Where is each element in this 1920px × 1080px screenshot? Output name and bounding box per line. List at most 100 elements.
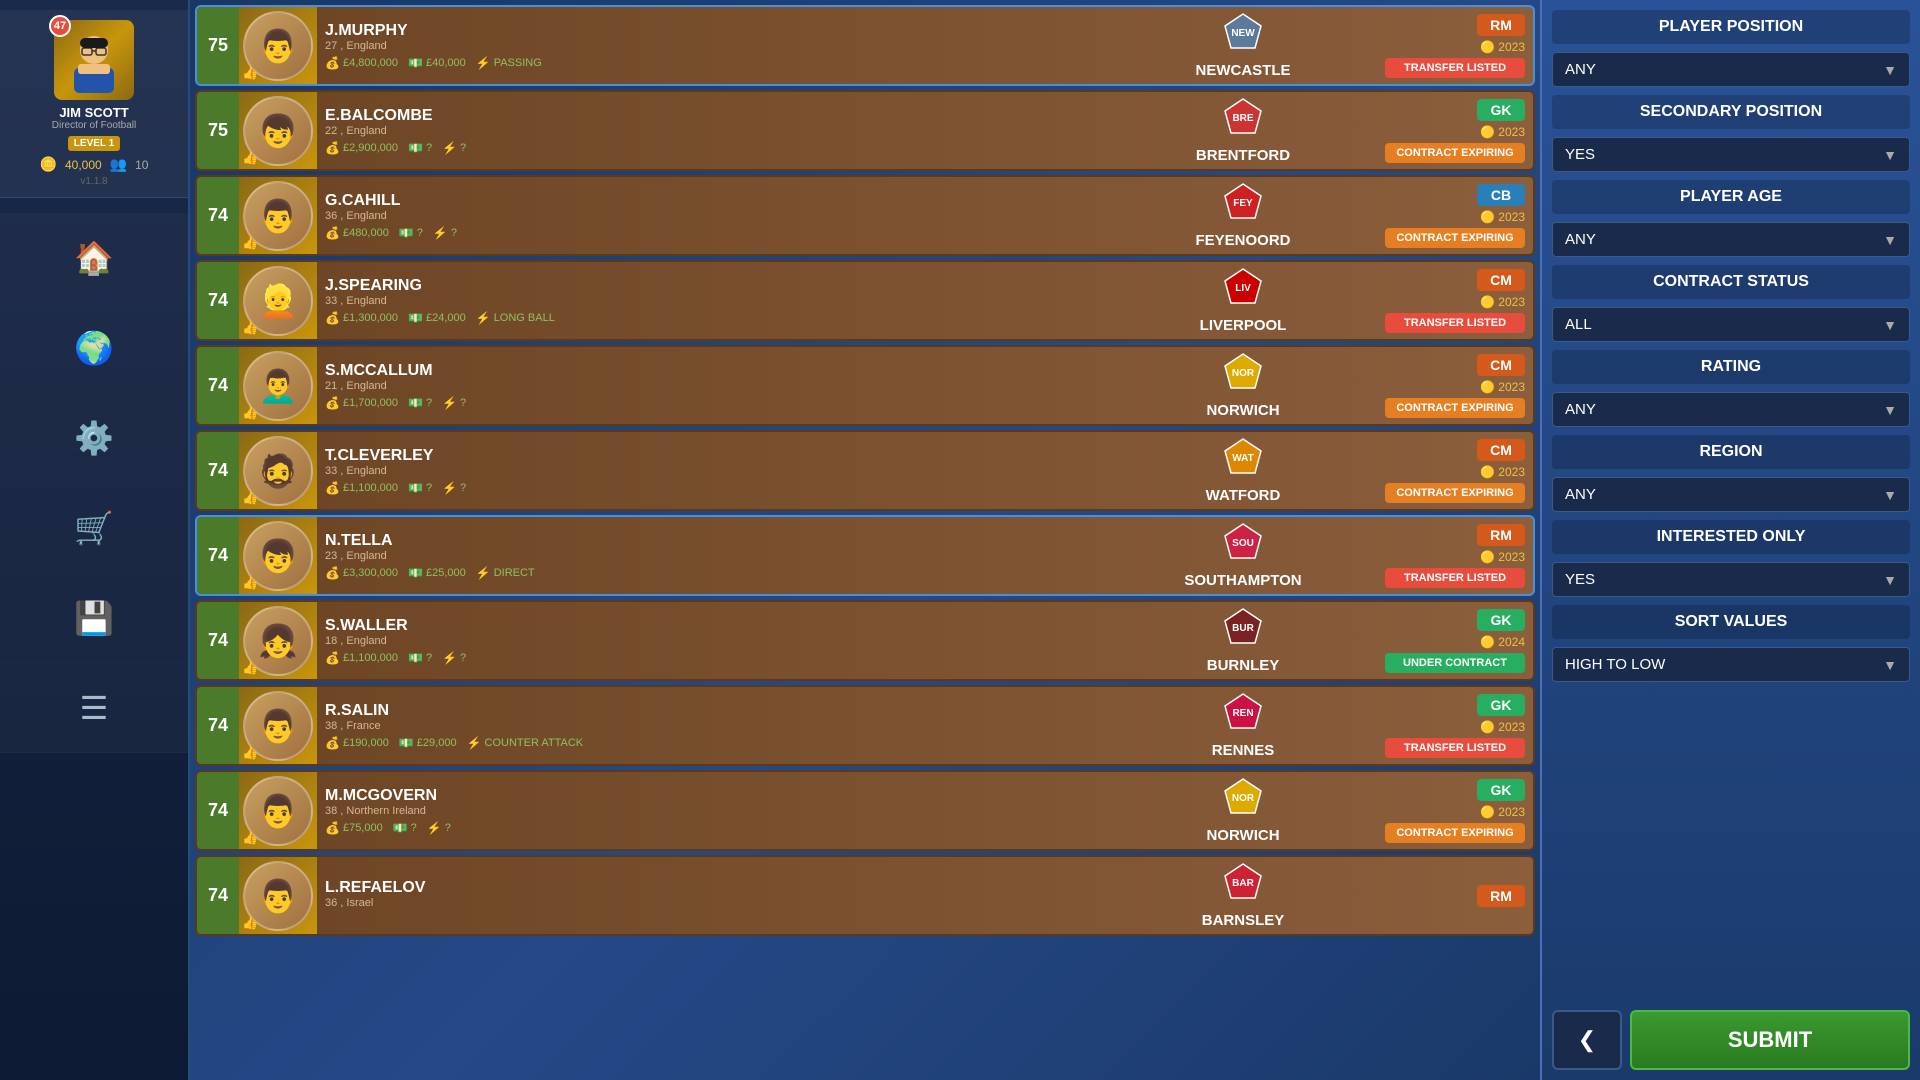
player-position-dropdown[interactable]: ANY ▼	[1552, 52, 1910, 87]
player-card[interactable]: 75 👨 👍 J.MURPHY 27 , England 💰£4,800,000…	[195, 5, 1535, 86]
player-card[interactable]: 74 👦 👍 N.TELLA 23 , England 💰£3,300,000 …	[195, 515, 1535, 596]
money-icon: 💰	[325, 651, 340, 665]
nav-world[interactable]: 🌍	[0, 303, 188, 393]
right-section: GK 🟡2023 TRANSFER LISTED	[1333, 687, 1533, 764]
manager-name: JIM SCOTT	[59, 105, 128, 120]
money-icon: 💰	[325, 821, 340, 835]
player-card[interactable]: 74 👨‍🦱 👍 S.MCCALLUM 21 , England 💰£1,700…	[195, 345, 1535, 426]
manager-title: Director of Football	[52, 120, 136, 131]
chevron-down-icon-5: ▼	[1883, 402, 1897, 418]
player-card[interactable]: 74 👨 👍 G.CAHILL 36 , England 💰£480,000 💵…	[195, 175, 1535, 256]
player-info: J.SPEARING 33 , England 💰£1,300,000 💵£24…	[317, 262, 1153, 339]
wage-icon: 💵	[399, 736, 414, 750]
skill-icon: ⚡	[442, 481, 457, 495]
money-icon: 💰	[325, 736, 340, 750]
svg-text:LIV: LIV	[1235, 283, 1251, 294]
rating-badge: 74	[197, 772, 239, 849]
player-name: T.CLEVERLEY	[325, 447, 1145, 465]
skill-icon: ⚡	[442, 141, 457, 155]
like-icon: 👍	[242, 915, 258, 931]
club-name: BRENTFORD	[1196, 147, 1290, 164]
player-avatar-area: 👨‍🦱 👍	[239, 347, 317, 424]
club-section: LIV LIVERPOOL	[1153, 262, 1333, 339]
nav-settings[interactable]: ⚙️	[0, 393, 188, 483]
calendar-icon: 🟡	[1480, 720, 1495, 734]
player-value: 💰£4,800,000	[325, 56, 398, 70]
player-card[interactable]: 75 👦 👍 E.BALCOMBE 22 , England 💰£2,900,0…	[195, 90, 1535, 171]
svg-text:REN: REN	[1232, 708, 1253, 719]
club-name: NEWCASTLE	[1196, 62, 1291, 79]
sort-values-title: SORT VALUES	[1552, 605, 1910, 639]
bottom-buttons: ❮ SUBMIT	[1552, 1010, 1910, 1070]
club-logo: BAR	[1223, 862, 1263, 909]
club-section: FEY FEYENOORD	[1153, 177, 1333, 254]
sort-values-dropdown[interactable]: HIGH TO LOW ▼	[1552, 647, 1910, 682]
avatar-level: 47	[49, 15, 71, 37]
world-icon: 🌍	[74, 329, 114, 367]
svg-text:NOR: NOR	[1232, 368, 1255, 379]
player-card[interactable]: 74 👱 👍 J.SPEARING 33 , England 💰£1,300,0…	[195, 260, 1535, 341]
player-stats: 💰£1,100,000 💵? ⚡?	[325, 481, 1145, 495]
position-badge: CM	[1477, 439, 1525, 461]
contract-status-dropdown[interactable]: ALL ▼	[1552, 307, 1910, 342]
player-skill: ⚡COUNTER ATTACK	[467, 736, 584, 750]
like-icon: 👍	[242, 150, 258, 166]
year-badge: 🟡2023	[1480, 720, 1525, 734]
svg-text:BRE: BRE	[1232, 113, 1253, 124]
nav-menu[interactable]: ☰	[0, 663, 188, 753]
player-name: G.CAHILL	[325, 192, 1145, 210]
money-icon: 💰	[325, 396, 340, 410]
nav-home[interactable]: 🏠	[0, 213, 188, 303]
rating-badge: 74	[197, 687, 239, 764]
skill-icon: ⚡	[476, 566, 491, 580]
player-wage: 💵?	[399, 226, 423, 240]
player-wage: 💵?	[408, 481, 432, 495]
player-card[interactable]: 74 🧔 👍 T.CLEVERLEY 33 , England 💰£1,100,…	[195, 430, 1535, 511]
money-icon: 💰	[325, 311, 340, 325]
player-card[interactable]: 74 👨 👍 L.REFAELOV 36 , Israel BAR BARNSL…	[195, 855, 1535, 936]
player-avatar-area: 👱 👍	[239, 262, 317, 339]
player-details: 21 , England	[325, 380, 1145, 392]
player-info: S.WALLER 18 , England 💰£1,100,000 💵? ⚡?	[317, 602, 1153, 679]
region-dropdown[interactable]: ANY ▼	[1552, 477, 1910, 512]
nav-shop[interactable]: 🛒	[0, 483, 188, 573]
profile-section: 47 JIM SCOTT Director of Football LEVEL …	[0, 10, 188, 198]
right-section: CB 🟡2023 CONTRACT EXPIRING	[1333, 177, 1533, 254]
player-skill: ⚡?	[442, 481, 466, 495]
like-icon: 👍	[242, 320, 258, 336]
secondary-position-dropdown[interactable]: YES ▼	[1552, 137, 1910, 172]
settings-icon: ⚙️	[74, 419, 114, 457]
like-icon: 👍	[242, 830, 258, 846]
chevron-down-icon-4: ▼	[1883, 317, 1897, 333]
player-card[interactable]: 74 👨 👍 R.SALIN 38 , France 💰£190,000 💵£2…	[195, 685, 1535, 766]
player-card[interactable]: 74 👨 👍 M.MCGOVERN 38 , Northern Ireland …	[195, 770, 1535, 851]
player-skill: ⚡LONG BALL	[476, 311, 555, 325]
year-badge: 🟡2023	[1480, 210, 1525, 224]
rating-dropdown[interactable]: ANY ▼	[1552, 392, 1910, 427]
club-name: NORWICH	[1206, 827, 1279, 844]
wage-icon: 💵	[408, 651, 423, 665]
player-card[interactable]: 74 👧 👍 S.WALLER 18 , England 💰£1,100,000…	[195, 600, 1535, 681]
svg-text:NOR: NOR	[1232, 793, 1255, 804]
calendar-icon: 🟡	[1480, 210, 1495, 224]
skill-icon: ⚡	[476, 311, 491, 325]
year-badge: 🟡2023	[1480, 550, 1525, 564]
player-name: N.TELLA	[325, 532, 1145, 550]
player-value: 💰£75,000	[325, 821, 383, 835]
svg-text:NEW: NEW	[1231, 28, 1255, 39]
club-section: BUR BURNLEY	[1153, 602, 1333, 679]
player-age-dropdown[interactable]: ANY ▼	[1552, 222, 1910, 257]
back-button[interactable]: ❮	[1552, 1010, 1622, 1070]
contract-status-title: CONTRACT STATUS	[1552, 265, 1910, 299]
right-section: GK 🟡2024 UNDER CONTRACT	[1333, 602, 1533, 679]
back-icon: ❮	[1578, 1027, 1596, 1053]
player-avatar-area: 👨 👍	[239, 7, 317, 84]
interested-only-dropdown[interactable]: YES ▼	[1552, 562, 1910, 597]
position-badge: GK	[1477, 694, 1525, 716]
player-avatar-area: 👨 👍	[239, 687, 317, 764]
nav-save[interactable]: 💾	[0, 573, 188, 663]
player-age-value: ANY	[1565, 231, 1596, 248]
submit-button[interactable]: SUBMIT	[1630, 1010, 1910, 1070]
status-badge: UNDER CONTRACT	[1385, 653, 1525, 673]
chevron-down-icon-8: ▼	[1883, 657, 1897, 673]
